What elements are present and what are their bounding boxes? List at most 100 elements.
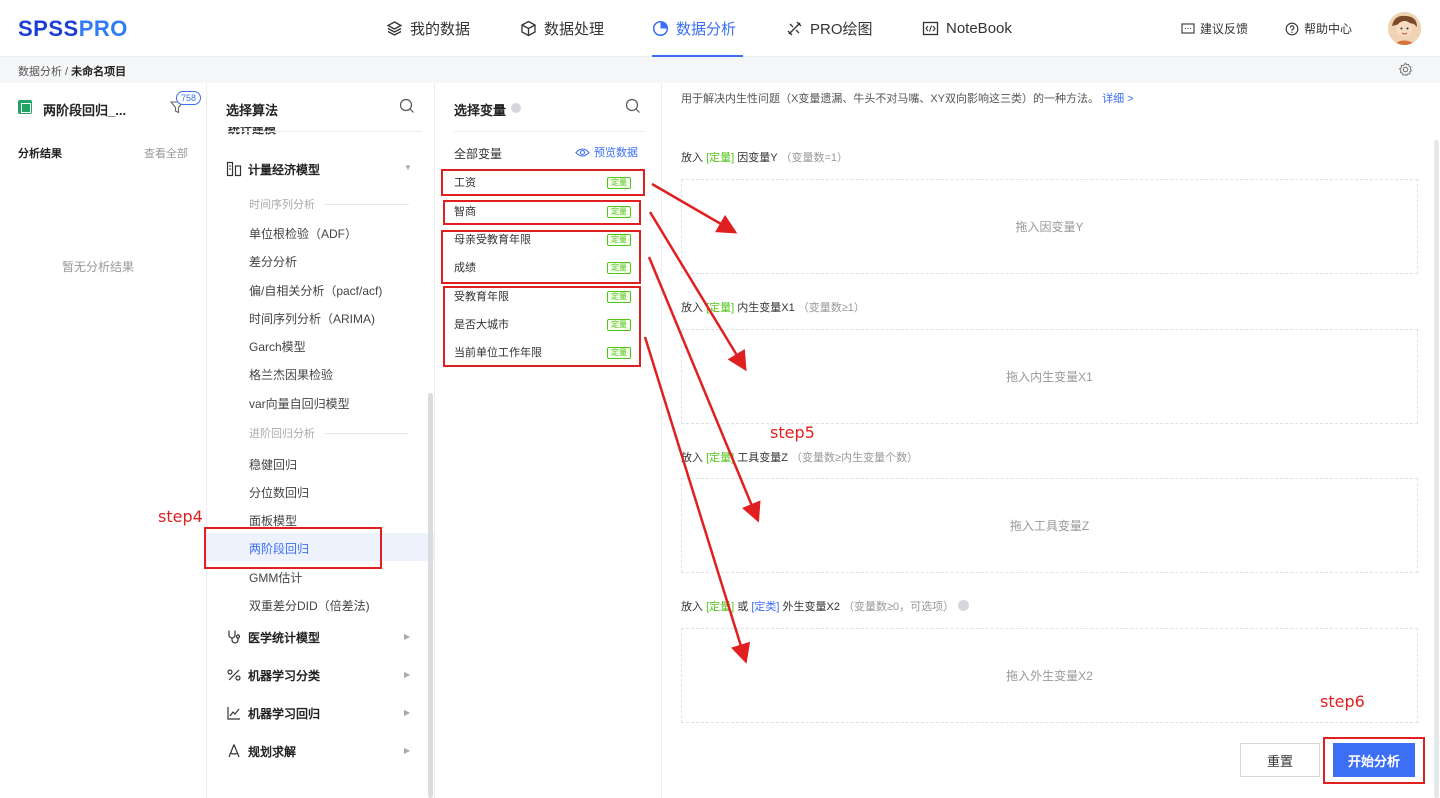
quant-tag: 定量 [607, 177, 631, 189]
description-text: 用于解决内生性问题（X变量遗漏、牛头不对马嘴、XY双向影响这三类）的一种方法。 [681, 93, 1100, 105]
category-label: 机器学习分类 [248, 668, 321, 683]
algo-item[interactable]: 稳健回归 [249, 456, 297, 473]
dropzone-x1[interactable]: 拖入内生变量X1 [681, 329, 1418, 424]
nav-notebook[interactable]: NoteBook [922, 0, 1012, 57]
breadcrumb-parent[interactable]: 数据分析 / [18, 66, 71, 78]
code-icon [922, 21, 939, 36]
nav-data-analysis[interactable]: 数据分析 [652, 0, 743, 57]
count-badge: 758 [176, 91, 202, 105]
logo[interactable]: SPSSPRO [18, 16, 128, 42]
view-all-link[interactable]: 查看全部 [144, 145, 188, 161]
reset-button[interactable]: 重置 [1240, 743, 1320, 777]
nav-label: NoteBook [946, 20, 1012, 37]
details-link[interactable]: 详细 > [1102, 93, 1133, 105]
annotation-step4: step4 [158, 507, 203, 526]
quant-tag: 定量 [607, 319, 631, 331]
pen-ruler-icon [787, 21, 802, 36]
slot-label-y: 放入 [定量] 因变量Y （变量数=1） [681, 152, 848, 164]
category-label: 计量经济模型 [248, 162, 321, 177]
nav-label: 我的数据 [410, 21, 471, 38]
project-name[interactable]: 两阶段回归_... [43, 100, 126, 119]
results-title: 分析结果 [18, 148, 62, 160]
breadcrumb-current: 未命名项目 [71, 66, 127, 78]
preview-label: 预览数据 [594, 147, 638, 159]
variable-item[interactable]: 受教育年限 定量 [454, 287, 634, 307]
variable-item[interactable]: 是否大城市 定量 [454, 315, 634, 335]
help-icon[interactable] [511, 103, 521, 113]
dropzone-x2[interactable]: 拖入外生变量X2 [681, 628, 1418, 723]
search-icon[interactable] [625, 98, 641, 114]
preview-data-button[interactable]: 预览数据 [575, 144, 638, 160]
algo-item[interactable]: 双重差分DID（倍差法) [249, 597, 370, 614]
algo-item[interactable]: 差分分析 [249, 253, 297, 270]
section-advanced-regression: 进阶回归分析 [249, 425, 409, 441]
variable-item[interactable]: 工资 定量 [454, 173, 634, 193]
avatar[interactable] [1388, 12, 1421, 45]
help-center-link[interactable]: 帮助中心 [1285, 0, 1352, 57]
annotation-step6: step6 [1320, 692, 1365, 711]
variables-panel: 选择变量 全部变量 预览数据 工资 定量 智商 定量 母亲受教育年限 定量 成绩 定量 … [435, 83, 662, 798]
nav-pro-chart[interactable]: PRO绘图 [786, 0, 873, 57]
caret-right-icon: ▶ [404, 746, 411, 755]
chat-icon [1181, 22, 1195, 34]
empty-state: 暂无分析结果 [62, 260, 135, 274]
search-icon[interactable] [399, 98, 415, 114]
slot-label-z: 放入 [定量] 工具变量Z （变量数≥内生变量个数） [681, 452, 919, 464]
line-chart-icon [227, 707, 240, 720]
percent-icon [227, 669, 241, 681]
algo-item-selected[interactable]: 两阶段回归 [249, 540, 309, 557]
algo-item[interactable]: 时间序列分析（ARIMA) [249, 310, 375, 327]
top-bar: SPSSPRO 我的数据 数据处理 数据分析 PRO绘图 NoteBook 建议… [0, 0, 1440, 57]
selected-row-highlight [207, 533, 434, 561]
divider [454, 131, 644, 132]
category-label: 规划求解 [248, 744, 297, 759]
annotation-step5: step5 [770, 423, 815, 442]
category-optimization[interactable]: 规划求解 [226, 741, 296, 761]
category-partial[interactable]: 统计建模 [228, 127, 276, 139]
settings-icon[interactable] [1398, 62, 1413, 77]
category-ml-classification[interactable]: 机器学习分类 [226, 665, 320, 685]
algorithm-panel: 选择算法 统计建模 计量经济模型 ▼ 时间序列分析 单位根检验（ADF） 差分分… [207, 83, 435, 798]
breadcrumb-bar: 数据分析 / 未命名项目 [0, 57, 1440, 83]
category-ml-regression[interactable]: 机器学习回归 [226, 703, 320, 723]
help-icon[interactable] [958, 600, 970, 611]
nav-data-processing[interactable]: 数据处理 [520, 0, 604, 57]
compass-icon [228, 744, 240, 758]
variable-item[interactable]: 母亲受教育年限 定量 [454, 230, 634, 250]
feedback-label: 建议反馈 [1200, 22, 1249, 36]
algo-item[interactable]: 格兰杰因果检验 [249, 366, 333, 383]
start-analysis-button[interactable]: 开始分析 [1333, 743, 1415, 777]
algo-item[interactable]: Garch模型 [249, 338, 306, 355]
scrollbar[interactable] [428, 393, 433, 798]
dropzone-y[interactable]: 拖入因变量Y [681, 179, 1418, 274]
caret-right-icon: ▶ [404, 632, 411, 641]
slot-label-x1: 放入 [定量] 内生变量X1 （变量数≥1） [681, 302, 865, 314]
all-variables-label: 全部变量 [454, 147, 503, 161]
eye-icon [575, 147, 590, 157]
category-medical[interactable]: 医学统计模型 [226, 627, 320, 647]
category-label: 医学统计模型 [248, 630, 321, 645]
question-icon [1285, 22, 1299, 35]
algo-item[interactable]: 单位根检验（ADF） [249, 225, 357, 242]
caret-down-icon: ▼ [404, 163, 412, 172]
nav-my-data[interactable]: 我的数据 [386, 0, 470, 57]
algo-item[interactable]: var向量自回归模型 [249, 395, 350, 412]
variable-item[interactable]: 成绩 定量 [454, 258, 634, 278]
algo-item[interactable]: 分位数回归 [249, 484, 309, 501]
variable-item[interactable]: 智商 定量 [454, 202, 634, 222]
nav-label: PRO绘图 [810, 21, 873, 38]
variables-title: 选择变量 [454, 103, 507, 118]
quant-tag: 定量 [607, 347, 631, 359]
algo-item[interactable]: GMM估计 [249, 569, 302, 586]
variable-item[interactable]: 当前单位工作年限 定量 [454, 343, 634, 363]
dropzone-z[interactable]: 拖入工具变量Z [681, 478, 1418, 573]
scrollbar[interactable] [1434, 140, 1439, 798]
quant-tag: 定量 [607, 234, 631, 246]
method-description: 用于解决内生性问题（X变量遗漏、牛头不对马嘴、XY双向影响这三类）的一种方法。 … [681, 90, 1134, 106]
cube-icon [521, 20, 536, 37]
category-econometrics[interactable]: 计量经济模型 [226, 159, 320, 179]
layers-icon [386, 21, 403, 36]
feedback-link[interactable]: 建议反馈 [1181, 0, 1248, 57]
algo-item[interactable]: 偏/自相关分析（pacf/acf) [249, 282, 382, 299]
algo-item[interactable]: 面板模型 [249, 512, 297, 529]
